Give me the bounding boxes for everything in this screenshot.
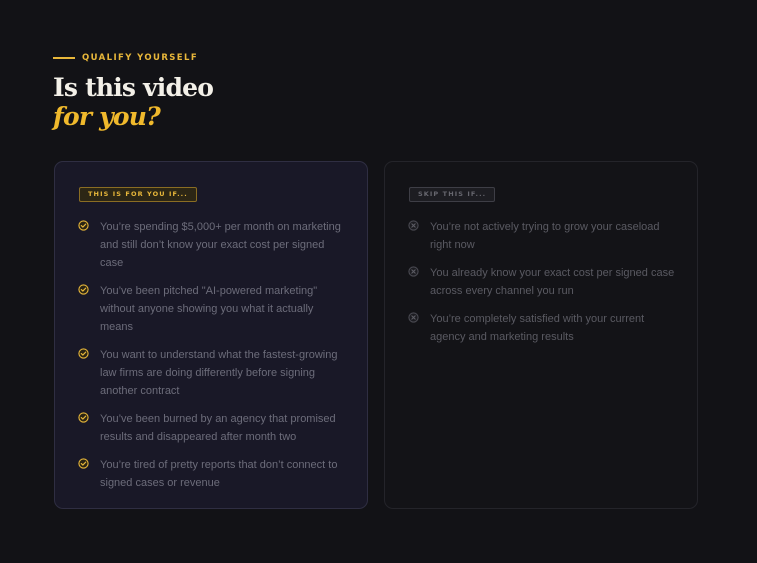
list-item: You’re completely satisfied with your cu… [408, 310, 678, 346]
eyebrow-label: QUALIFY YOURSELF [82, 53, 199, 63]
check-circle-icon [78, 412, 89, 423]
eyebrow-divider [53, 57, 75, 59]
list-item-text: You’re completely satisfied with your cu… [430, 313, 645, 343]
skip-tag: SKIP THIS IF... [409, 187, 496, 202]
check-circle-icon [78, 284, 89, 295]
x-circle-icon [408, 266, 419, 277]
x-circle-icon [408, 220, 419, 231]
skip-card: SKIP THIS IF... You’re not actively tryi… [384, 161, 698, 509]
title-line-1: Is this video [53, 73, 214, 102]
x-circle-icon [408, 312, 419, 323]
skip-list: You’re not actively trying to grow your … [408, 218, 678, 356]
check-circle-icon [78, 220, 89, 231]
list-item: You’re not actively trying to grow your … [408, 218, 678, 254]
title-line-2: for you? [53, 102, 161, 131]
page-title: Is this video for you? [53, 73, 214, 131]
check-circle-icon [78, 348, 89, 359]
for-you-list: You’re spending $5,000+ per month on mar… [78, 218, 348, 502]
list-item-text: You already know your exact cost per sig… [430, 267, 675, 297]
for-you-card: THIS IS FOR YOU IF... You’re spending $5… [54, 161, 368, 509]
list-item-text: You want to understand what the fastest-… [100, 349, 338, 397]
list-item-text: You’re spending $5,000+ per month on mar… [100, 221, 341, 269]
list-item: You’ve been burned by an agency that pro… [78, 410, 348, 446]
list-item: You already know your exact cost per sig… [408, 264, 678, 300]
list-item: You’re tired of pretty reports that don’… [78, 456, 348, 492]
list-item: You’re spending $5,000+ per month on mar… [78, 218, 348, 272]
section-eyebrow: QUALIFY YOURSELF [53, 52, 198, 64]
list-item-text: You’re not actively trying to grow your … [430, 221, 660, 251]
check-circle-icon [78, 458, 89, 469]
list-item-text: You’ve been pitched "AI-powered marketin… [100, 285, 318, 333]
list-item-text: You’ve been burned by an agency that pro… [100, 413, 336, 443]
list-item: You want to understand what the fastest-… [78, 346, 348, 400]
list-item: You’ve been pitched "AI-powered marketin… [78, 282, 348, 336]
list-item-text: You’re tired of pretty reports that don’… [100, 459, 338, 489]
for-you-tag: THIS IS FOR YOU IF... [79, 187, 197, 202]
